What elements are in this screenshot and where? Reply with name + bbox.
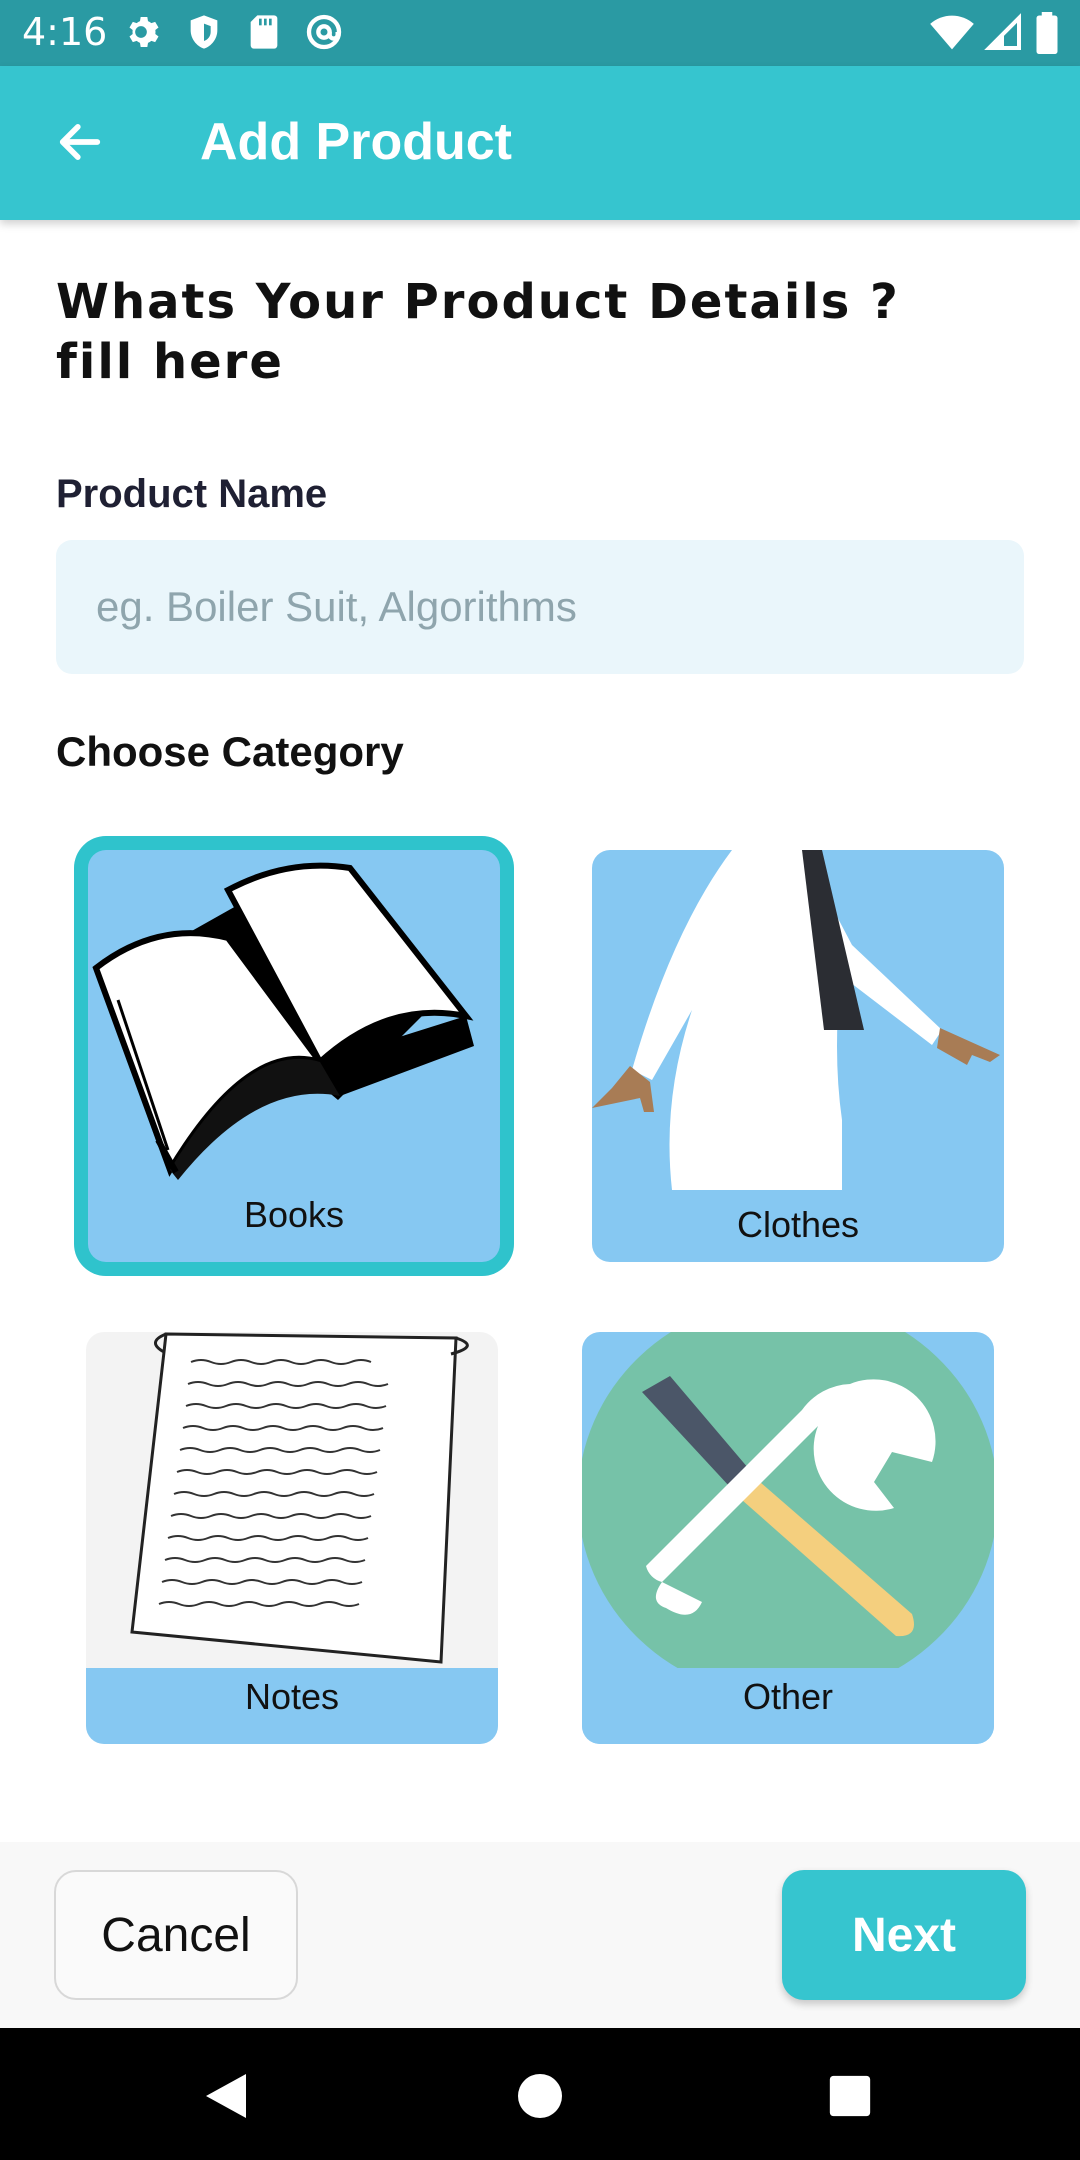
cancel-button[interactable]: Cancel: [54, 1870, 298, 2000]
page-title: Add Product: [200, 113, 512, 171]
category-tile-notes[interactable]: Notes: [86, 1332, 498, 1744]
battery-icon: [1036, 12, 1058, 54]
form-heading-line2: fill here: [56, 334, 284, 390]
lab-coat-icon: [592, 850, 1000, 1190]
nav-back-button[interactable]: [188, 2058, 264, 2134]
arrow-left-icon: [59, 124, 101, 160]
shield-icon: [190, 15, 218, 49]
sd-card-icon: [250, 15, 278, 49]
settings-icon: [129, 17, 159, 47]
status-time: 4:16: [22, 10, 108, 54]
bottom-action-bar: Cancel Next: [0, 1842, 1080, 2028]
product-name-input[interactable]: [56, 540, 1024, 674]
category-tile-clothes[interactable]: Clothes: [592, 850, 1004, 1262]
status-bar: 4:16: [0, 0, 1080, 66]
form-heading: Whats Your Product Details ? fill here: [56, 272, 900, 392]
status-icons-right: [930, 12, 1060, 54]
category-label: Choose Category: [56, 728, 404, 775]
signal-icon: [984, 13, 1021, 50]
app-bar: Add Product: [0, 66, 1080, 220]
category-tile-books[interactable]: Books: [88, 850, 500, 1262]
nav-recents-icon: [829, 2075, 871, 2117]
form-heading-line1: Whats Your Product Details ?: [56, 274, 900, 330]
at-icon: [306, 14, 342, 50]
system-nav-bar: [0, 2028, 1080, 2160]
next-button[interactable]: Next: [782, 1870, 1026, 2000]
category-label-books: Books: [243, 1194, 345, 1235]
back-button[interactable]: [40, 102, 120, 182]
nav-home-button[interactable]: [502, 2058, 578, 2134]
category-label-clothes: Clothes: [736, 1204, 860, 1245]
wifi-icon: [930, 15, 974, 50]
nav-home-icon: [518, 2074, 562, 2118]
category-tile-other[interactable]: Other: [582, 1332, 994, 1744]
category-label-notes: Notes: [244, 1676, 340, 1717]
nav-back-icon: [206, 2074, 246, 2118]
category-label-other: Other: [742, 1676, 834, 1717]
product-name-label: Product Name: [56, 472, 328, 516]
status-icons-left: [124, 12, 344, 54]
nav-recents-button[interactable]: [812, 2058, 888, 2134]
